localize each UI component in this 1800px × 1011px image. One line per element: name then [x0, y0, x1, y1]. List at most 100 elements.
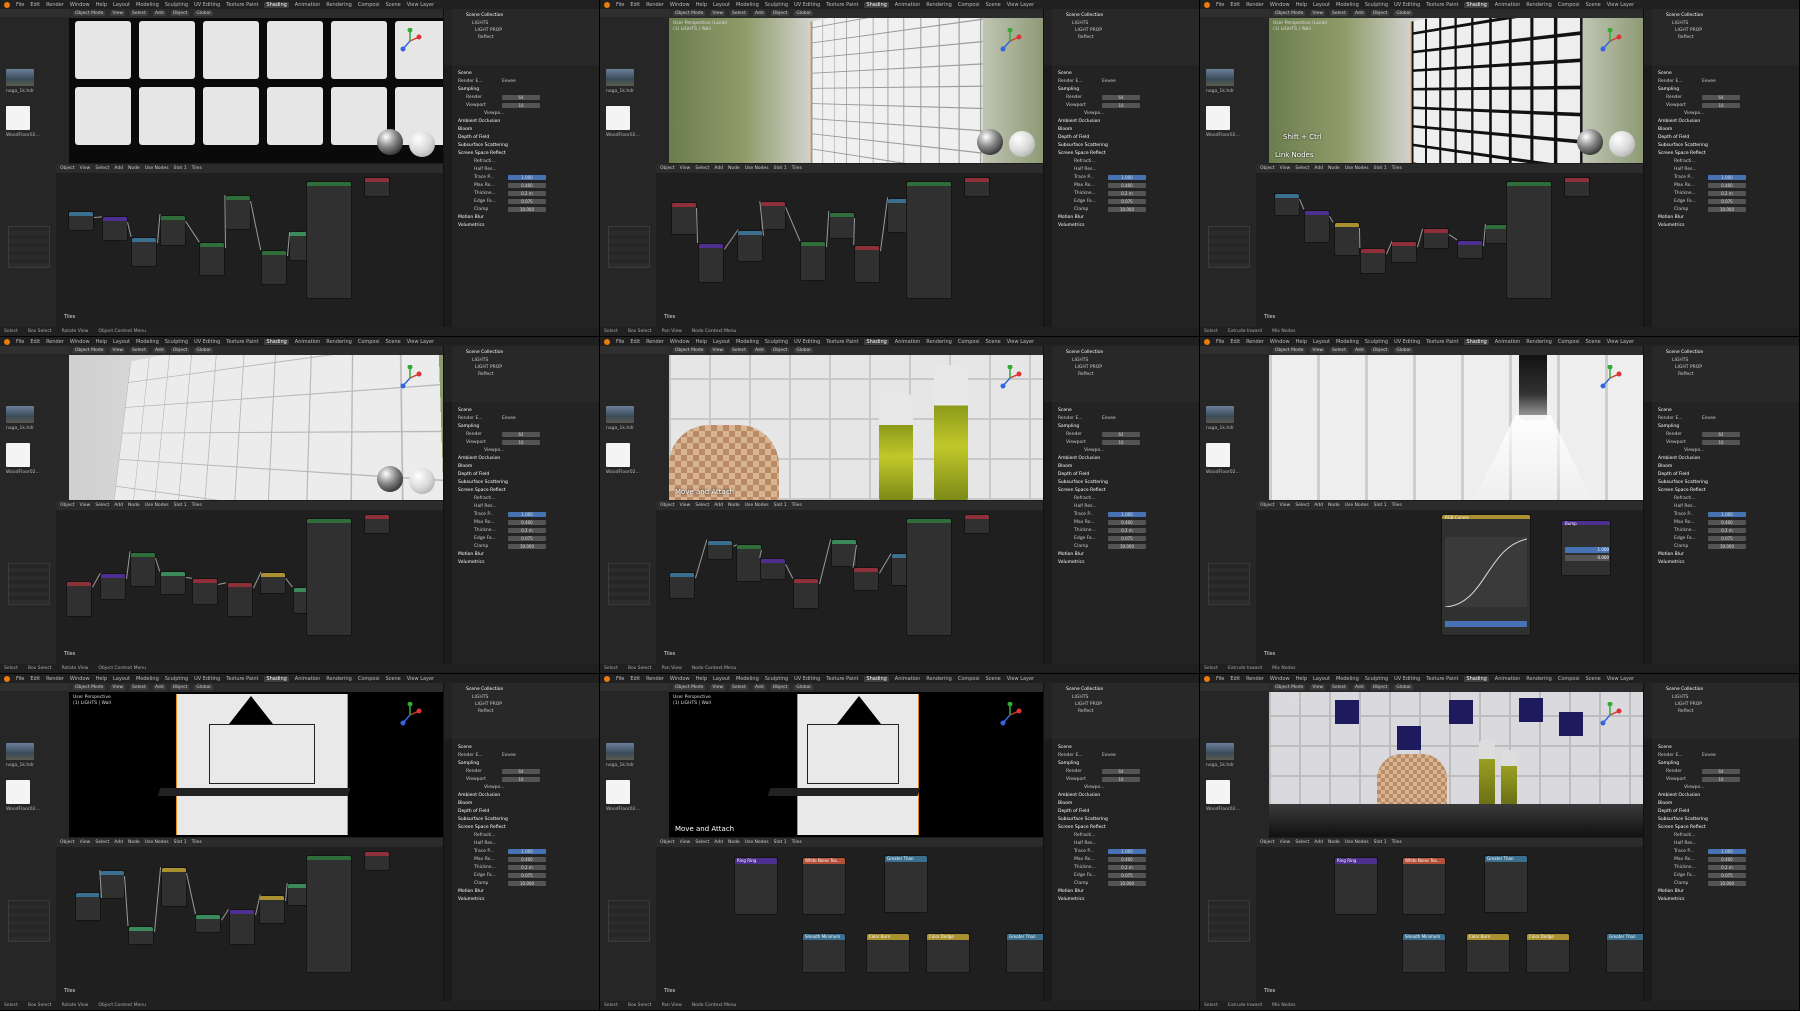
view-layer-selector[interactable]: View Layer	[1607, 676, 1634, 682]
shader-node[interactable]	[759, 201, 786, 230]
node-editor[interactable]: Tiles	[56, 173, 443, 328]
render-engine-dropdown[interactable]: Eevee	[1702, 416, 1716, 421]
viewport-denoise[interactable]: Viewpo...	[1084, 785, 1105, 790]
ssr-field-value[interactable]: 0.400	[1108, 183, 1146, 188]
tab-layout[interactable]: Layout	[713, 676, 730, 682]
blender-logo-icon[interactable]	[604, 338, 610, 345]
ssr-field-value[interactable]: 1.000	[1708, 512, 1746, 517]
render-samples-label[interactable]: Render	[1066, 95, 1082, 100]
node-menu-select[interactable]: Select	[1295, 503, 1309, 508]
tab-animation[interactable]: Animation	[895, 2, 921, 8]
tab-modeling[interactable]: Modeling	[136, 339, 159, 345]
navigation-gizmo[interactable]	[997, 701, 1023, 728]
menu-render[interactable]: Render	[46, 339, 64, 345]
scene-selector[interactable]: Scene	[385, 339, 400, 345]
menu-help[interactable]: Help	[96, 2, 107, 8]
ssr-field-value[interactable]: 1.000	[1708, 849, 1746, 854]
shader-node[interactable]	[128, 925, 155, 946]
ssr-field-value[interactable]: 0.2 m	[508, 191, 546, 196]
node-menu-view[interactable]: View	[80, 840, 91, 845]
viewport-menu-object[interactable]: Object	[1370, 685, 1390, 690]
panel-bloom[interactable]: Bloom	[1058, 127, 1072, 132]
panel-volumetrics[interactable]: Volumetrics	[458, 897, 484, 902]
tab-texture-paint[interactable]: Texture Paint	[1426, 676, 1458, 682]
view-layer-selector[interactable]: View Layer	[407, 2, 434, 8]
tab-layout[interactable]: Layout	[113, 676, 130, 682]
3d-viewport[interactable]: Move and Attach	[669, 355, 1043, 500]
editor-type[interactable]: Object	[60, 840, 75, 845]
tab-modeling[interactable]: Modeling	[736, 2, 759, 8]
ssr-field-label[interactable]: Thickne...	[1074, 528, 1096, 533]
slot-dropdown[interactable]: Slot 1	[774, 166, 787, 171]
menu-window[interactable]: Window	[1270, 2, 1290, 8]
viewport-menu-object[interactable]: Object	[170, 685, 190, 690]
menu-help[interactable]: Help	[1296, 2, 1307, 8]
tab-composi[interactable]: Composi	[358, 339, 380, 345]
shader-node[interactable]	[131, 237, 158, 268]
sampling-panel[interactable]: Sampling	[1658, 761, 1679, 766]
material-name[interactable]: Tiles	[792, 503, 802, 508]
texture-thumbnail[interactable]	[1206, 106, 1230, 130]
menu-edit[interactable]: Edit	[1230, 339, 1240, 345]
hdri-thumbnail[interactable]	[6, 743, 34, 760]
outliner-item[interactable]: LIGHTS	[1072, 21, 1088, 26]
tab-layout[interactable]: Layout	[1313, 676, 1330, 682]
use-nodes-toggle[interactable]: Use Nodes	[145, 166, 169, 171]
slot-dropdown[interactable]: Slot 1	[174, 166, 187, 171]
viewport-denoise[interactable]: Viewpo...	[1684, 111, 1705, 116]
viewport-menu-object[interactable]: Object	[1370, 348, 1390, 353]
ssr-field-value[interactable]: 10.000	[1708, 207, 1746, 212]
render-samples-label[interactable]: Render	[1066, 432, 1082, 437]
tab-uv-editing[interactable]: UV Editing	[794, 676, 820, 682]
shader-node[interactable]	[760, 557, 787, 580]
tab-uv-editing[interactable]: UV Editing	[1394, 676, 1420, 682]
tab-shading[interactable]: Shading	[1464, 675, 1489, 682]
material-name[interactable]: Tiles	[192, 840, 202, 845]
use-nodes-toggle[interactable]: Use Nodes	[745, 840, 769, 845]
tab-animation[interactable]: Animation	[295, 339, 321, 345]
viewport-menu-view[interactable]: View	[1310, 11, 1326, 16]
tab-animation[interactable]: Animation	[1495, 676, 1521, 682]
panel-volumetrics[interactable]: Volumetrics	[1658, 560, 1684, 565]
tab-animation[interactable]: Animation	[895, 676, 921, 682]
menu-file[interactable]: File	[616, 2, 624, 8]
viewport-samples-label[interactable]: Viewport	[1066, 440, 1086, 445]
render-engine-label[interactable]: Render E...	[1658, 753, 1683, 758]
node-menu-node[interactable]: Node	[728, 840, 740, 845]
shader-node[interactable]	[853, 244, 880, 284]
curve-graph[interactable]	[1444, 537, 1528, 608]
panel-screen-space-reflect[interactable]: Screen Space Reflect	[458, 151, 506, 156]
hdri-thumbnail[interactable]	[1206, 743, 1234, 760]
editor-type[interactable]: Object	[60, 166, 75, 171]
blender-logo-icon[interactable]	[4, 1, 10, 8]
texture-thumbnail[interactable]	[1206, 780, 1230, 804]
panel-volumetrics[interactable]: Volumetrics	[458, 560, 484, 565]
ssr-field-label[interactable]: Trace P...	[1074, 849, 1094, 854]
use-nodes-toggle[interactable]: Use Nodes	[1345, 503, 1369, 508]
menu-help[interactable]: Help	[96, 339, 107, 345]
shader-node[interactable]: Ring Ring	[734, 857, 778, 915]
viewport-samples-label[interactable]: Viewport	[1666, 103, 1686, 108]
properties-tabs[interactable]	[1044, 739, 1052, 1002]
use-nodes-toggle[interactable]: Use Nodes	[145, 503, 169, 508]
menu-edit[interactable]: Edit	[30, 2, 40, 8]
outliner-item[interactable]: LIGHT PROP	[475, 702, 502, 707]
panel-ambient-occlusion[interactable]: Ambient Occlusion	[458, 119, 500, 124]
node-menu-view[interactable]: View	[80, 166, 91, 171]
viewport-menu-add[interactable]: Add	[752, 11, 766, 16]
menu-help[interactable]: Help	[1296, 339, 1307, 345]
shader-node[interactable]	[259, 894, 286, 924]
menu-render[interactable]: Render	[646, 676, 664, 682]
viewport-menu-view[interactable]: View	[1310, 348, 1326, 353]
sampling-panel[interactable]: Sampling	[458, 87, 479, 92]
viewport-menu-select[interactable]: Select	[130, 11, 148, 16]
ssr-field-value[interactable]: 10.000	[1108, 881, 1146, 886]
tab-texture-paint[interactable]: Texture Paint	[826, 2, 858, 8]
ssr-field-label[interactable]: Max Ro...	[474, 857, 495, 862]
tab-layout[interactable]: Layout	[713, 339, 730, 345]
ssr-field-label[interactable]: Refracti...	[1074, 159, 1096, 164]
node-menu-node[interactable]: Node	[728, 166, 740, 171]
sampling-panel[interactable]: Sampling	[1058, 761, 1079, 766]
panel-motion-blur[interactable]: Motion Blur	[458, 889, 484, 894]
hdri-thumbnail[interactable]	[1206, 69, 1234, 86]
